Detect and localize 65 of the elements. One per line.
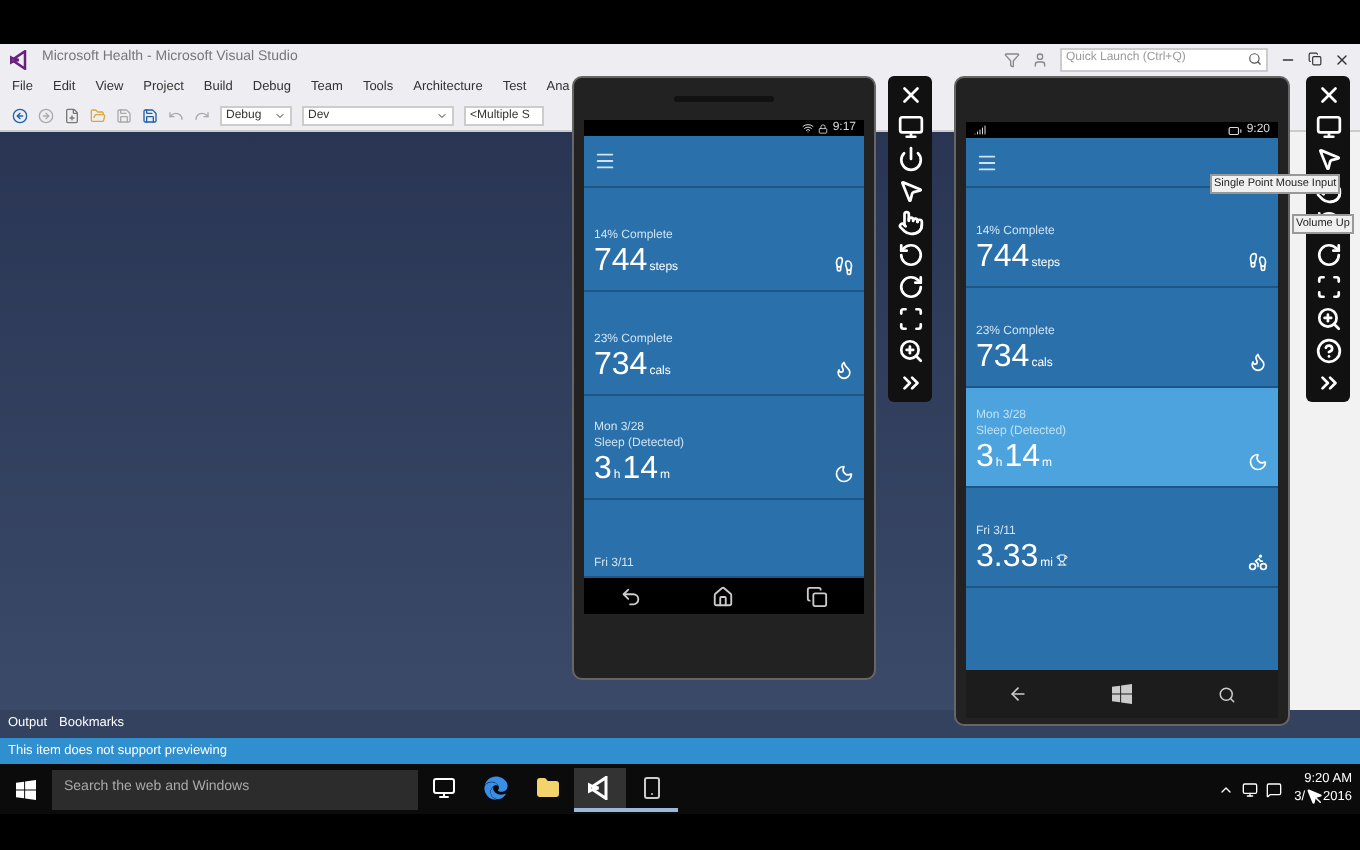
help-icon[interactable] (1315, 338, 1341, 364)
recent-apps-icon[interactable] (806, 585, 829, 607)
tile-value: 3 (976, 440, 994, 476)
zoom-icon[interactable] (1315, 306, 1341, 332)
hand-pointer-icon[interactable] (897, 210, 923, 236)
flame-icon (834, 360, 854, 380)
folder-icon (536, 775, 560, 799)
monitor-icon[interactable] (897, 114, 923, 140)
visual-studio-icon (588, 775, 612, 799)
home-icon[interactable] (712, 585, 735, 607)
restore-icon[interactable] (1308, 52, 1322, 66)
back-icon[interactable] (619, 585, 642, 607)
task-view-icon (432, 775, 456, 799)
tile-value: 14 (622, 452, 659, 488)
signal-icon (974, 124, 986, 136)
tile-value: 734 (976, 340, 1030, 376)
fit-screen-icon[interactable] (897, 306, 923, 332)
network-icon[interactable] (1242, 781, 1259, 797)
taskbar-app[interactable] (574, 767, 626, 811)
flame-icon (1248, 352, 1268, 372)
search-icon (1248, 52, 1262, 66)
notification-icon[interactable] (1266, 781, 1283, 797)
save-all-icon[interactable] (142, 108, 158, 124)
moon-icon (834, 464, 854, 484)
phone-icon (640, 775, 664, 799)
lock-icon (818, 123, 829, 133)
caret-icon (436, 110, 448, 122)
bike-icon (1248, 552, 1268, 572)
pointer-icon[interactable] (897, 178, 923, 204)
cursor-icon (1305, 788, 1324, 806)
rotate-right-icon[interactable] (1315, 242, 1341, 268)
new-item-icon[interactable] (64, 108, 80, 124)
zoom-icon[interactable] (897, 338, 923, 364)
caret-icon (274, 110, 286, 122)
tile-value: 14 (1004, 440, 1041, 476)
start-icon (16, 779, 36, 799)
search-icon[interactable] (1217, 685, 1236, 703)
tile-value: 744 (976, 240, 1030, 276)
more-icon[interactable] (1315, 370, 1341, 396)
menu-icon[interactable] (594, 150, 616, 172)
moon-icon (1248, 452, 1268, 472)
more-icon[interactable] (897, 370, 923, 396)
fit-screen-icon[interactable] (1315, 274, 1341, 300)
back-icon[interactable] (1008, 684, 1029, 704)
tile-value: 734 (594, 348, 648, 384)
tile-value: 3 (594, 452, 612, 488)
close-icon[interactable] (897, 82, 923, 108)
close-icon[interactable] (1334, 51, 1350, 67)
battery-icon (1228, 123, 1243, 137)
power-icon[interactable] (897, 146, 923, 172)
filter-icon[interactable] (1004, 51, 1020, 67)
account-icon[interactable] (1032, 51, 1048, 67)
rotate-left-icon[interactable] (897, 242, 923, 268)
start-icon (1112, 684, 1133, 704)
edge-icon (484, 775, 508, 799)
close-icon[interactable] (1315, 82, 1341, 108)
tile-value: 3.33 (976, 540, 1039, 576)
wifi-icon (802, 122, 815, 134)
rotate-right-icon[interactable] (897, 274, 923, 300)
monitor-icon[interactable] (1315, 114, 1341, 140)
menu-icon[interactable] (976, 151, 998, 173)
pointer-icon[interactable] (1315, 146, 1341, 172)
back-icon[interactable] (12, 108, 28, 124)
tile-value: 744 (594, 244, 648, 280)
visual-studio-icon (10, 49, 30, 69)
